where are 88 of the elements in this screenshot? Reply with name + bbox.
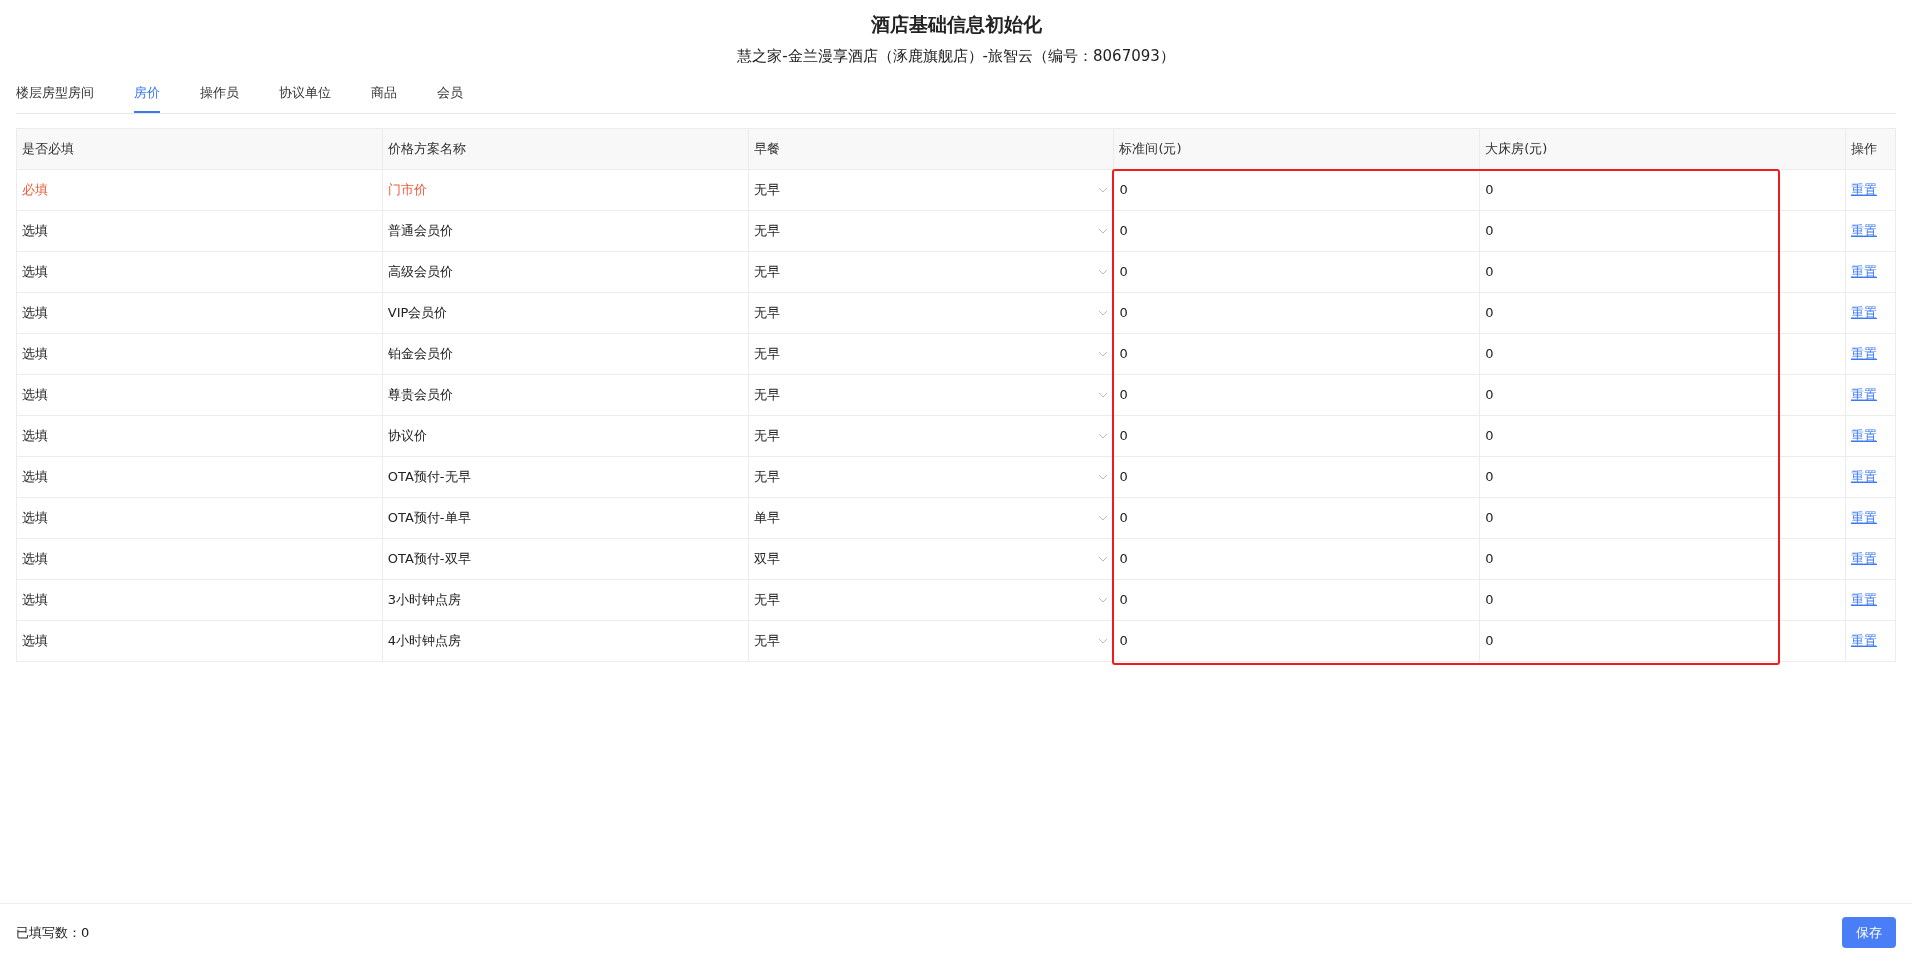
reset-link[interactable]: 重置 — [1851, 632, 1877, 648]
column-header: 价格方案名称 — [382, 128, 749, 169]
price-value[interactable]: 0 — [1119, 427, 1128, 443]
requirement-text: 选填 — [22, 304, 48, 320]
plan-name: 铂金会员价 — [387, 345, 453, 361]
chevron-down-icon — [1098, 473, 1109, 480]
plan-name: 高级会员价 — [387, 263, 453, 279]
price-value[interactable]: 0 — [1119, 304, 1128, 320]
chevron-down-icon — [1098, 555, 1109, 562]
chevron-down-icon — [1098, 186, 1109, 193]
hotel-subtitle: 慧之家-金兰漫享酒店（涿鹿旗舰店）-旅智云（编号：8067093） — [736, 45, 1176, 67]
reset-link[interactable]: 重置 — [1851, 263, 1877, 279]
reset-link[interactable]: 重置 — [1851, 591, 1877, 607]
price-value[interactable]: 0 — [1119, 591, 1128, 607]
plan-name: OTA预付-无早 — [387, 468, 471, 484]
reset-link[interactable]: 重置 — [1851, 550, 1877, 566]
tab[interactable]: 协议单位 — [279, 77, 331, 113]
reset-link[interactable]: 重置 — [1851, 345, 1877, 361]
price-value[interactable]: 0 — [1485, 181, 1494, 197]
chevron-down-icon — [1098, 350, 1109, 357]
save-button[interactable]: 保存 — [1842, 916, 1896, 948]
price-value[interactable]: 0 — [1119, 468, 1128, 484]
tab[interactable]: 会员 — [437, 77, 463, 113]
reset-link[interactable]: 重置 — [1851, 468, 1877, 484]
price-value[interactable]: 0 — [1485, 591, 1494, 607]
column-header: 早餐 — [748, 128, 1114, 169]
requirement-text: 选填 — [22, 632, 48, 648]
chevron-down-icon — [1098, 391, 1109, 398]
requirement-text: 选填 — [22, 509, 48, 525]
column-header: 大床房(元) — [1479, 128, 1846, 169]
requirement-text: 选填 — [22, 550, 48, 566]
chevron-down-icon — [1098, 268, 1109, 275]
tab[interactable]: 房价 — [134, 77, 160, 113]
requirement-text: 必填 — [22, 181, 48, 197]
requirement-text: 选填 — [22, 222, 48, 238]
reset-link[interactable]: 重置 — [1851, 509, 1877, 525]
chevron-down-icon — [1098, 637, 1109, 644]
requirement-text: 选填 — [22, 345, 48, 361]
requirement-text: 选填 — [22, 263, 48, 279]
page-title: 酒店基础信息初始化 — [869, 12, 1043, 37]
plan-name: 3小时钟点房 — [387, 591, 462, 607]
price-value[interactable]: 0 — [1485, 222, 1494, 238]
plan-name: 协议价 — [387, 427, 427, 443]
plan-name: 门市价 — [387, 181, 427, 197]
price-value[interactable]: 0 — [1119, 632, 1128, 648]
tab[interactable]: 商品 — [371, 77, 397, 113]
price-value[interactable]: 0 — [1119, 386, 1128, 402]
price-value[interactable]: 0 — [1119, 345, 1128, 361]
price-value[interactable]: 0 — [1485, 468, 1494, 484]
requirement-text: 选填 — [22, 591, 48, 607]
chevron-down-icon — [1098, 432, 1109, 439]
plan-name: VIP会员价 — [387, 304, 448, 320]
price-value[interactable]: 0 — [1485, 345, 1494, 361]
reset-link[interactable]: 重置 — [1851, 427, 1877, 443]
price-value[interactable]: 0 — [1119, 222, 1128, 238]
reset-link[interactable]: 重置 — [1851, 222, 1877, 238]
plan-name: OTA预付-双早 — [387, 550, 471, 566]
reset-link[interactable]: 重置 — [1851, 386, 1877, 402]
price-value[interactable]: 0 — [1485, 263, 1494, 279]
column-header: 标准间(元) — [1113, 128, 1480, 169]
column-header: 是否必填 — [16, 128, 383, 169]
tab[interactable]: 楼层房型房间 — [16, 77, 94, 113]
price-value[interactable]: 0 — [1485, 509, 1494, 525]
price-value[interactable]: 0 — [1485, 386, 1494, 402]
price-value[interactable]: 0 — [1485, 427, 1494, 443]
price-value[interactable]: 0 — [1119, 509, 1128, 525]
reset-link[interactable]: 重置 — [1851, 181, 1877, 197]
price-value[interactable]: 0 — [1485, 632, 1494, 648]
chevron-down-icon — [1098, 309, 1109, 316]
column-header: 操作 — [1845, 128, 1896, 169]
reset-link[interactable]: 重置 — [1851, 304, 1877, 320]
chevron-down-icon — [1098, 227, 1109, 234]
plan-name: 4小时钟点房 — [387, 632, 462, 648]
plan-name: 普通会员价 — [387, 222, 453, 238]
requirement-text: 选填 — [22, 468, 48, 484]
price-value[interactable]: 0 — [1119, 181, 1128, 197]
price-value[interactable]: 0 — [1485, 304, 1494, 320]
chevron-down-icon — [1098, 514, 1109, 521]
filled-count: 已填写数：0 — [16, 923, 90, 942]
requirement-text: 选填 — [22, 386, 48, 402]
tab[interactable]: 操作员 — [200, 77, 239, 113]
plan-name: 尊贵会员价 — [387, 386, 453, 402]
price-value[interactable]: 0 — [1119, 263, 1128, 279]
requirement-text: 选填 — [22, 427, 48, 443]
plan-name: OTA预付-单早 — [387, 509, 471, 525]
price-value[interactable]: 0 — [1485, 550, 1494, 566]
chevron-down-icon — [1098, 596, 1109, 603]
price-value[interactable]: 0 — [1119, 550, 1128, 566]
